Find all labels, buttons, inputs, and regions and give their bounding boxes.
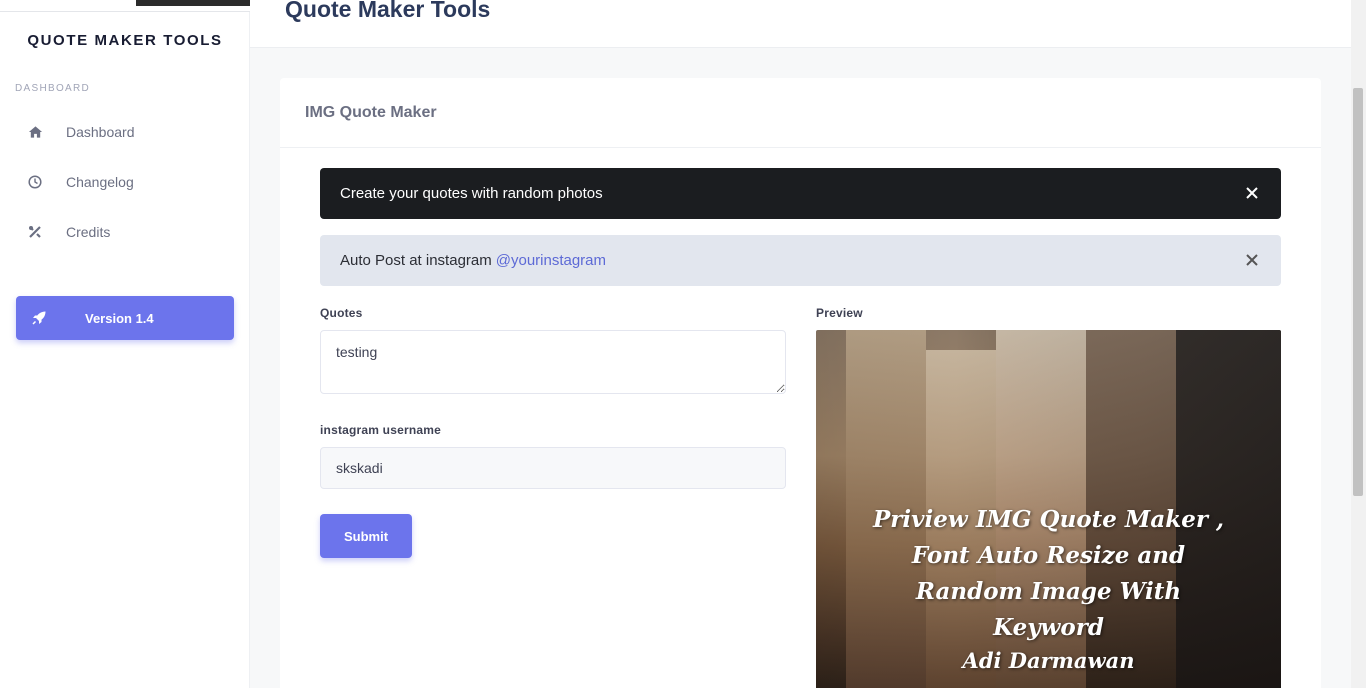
version-label: Version 1.4	[85, 310, 154, 326]
instagram-alert: Auto Post at instagram @yourinstagram	[320, 235, 1281, 286]
card-title: IMG Quote Maker	[305, 104, 437, 121]
quotes-label: Quotes	[320, 306, 363, 320]
sidebar: QUOTE MAKER TOOLS DASHBOARD Dashboard Ch…	[0, 12, 250, 688]
instagram-link[interactable]: @yourinstagram	[496, 252, 606, 269]
card-header: IMG Quote Maker	[280, 78, 1321, 148]
info-alert: Create your quotes with random photos	[320, 168, 1281, 219]
quote-preview-image: Priview IMG Quote Maker , Font Auto Resi…	[816, 330, 1281, 688]
instagram-username-label: instagram username	[320, 423, 441, 437]
sidebar-item-dashboard[interactable]: Dashboard	[0, 112, 250, 152]
preview-label: Preview	[816, 306, 863, 320]
quotes-textarea[interactable]: testing	[320, 330, 786, 394]
scrollbar-thumb[interactable]	[1353, 88, 1363, 496]
clock-icon	[27, 174, 43, 190]
alert-text: Create your quotes with random photos	[340, 185, 603, 202]
close-icon[interactable]	[1243, 251, 1261, 269]
alert-text: Auto Post at instagram	[340, 252, 492, 269]
quote-maker-card: IMG Quote Maker Create your quotes with …	[280, 78, 1321, 688]
sidebar-item-credits[interactable]: Credits	[0, 212, 250, 252]
submit-button[interactable]: Submit	[320, 514, 412, 558]
sidebar-section-label: DASHBOARD	[15, 83, 91, 94]
page-header: Quote Maker Tools	[250, 0, 1351, 48]
preview-author: Adi Darmawan	[962, 648, 1135, 673]
rocket-icon	[31, 310, 47, 326]
sidebar-item-label: Changelog	[66, 174, 134, 190]
brand-title[interactable]: QUOTE MAKER TOOLS	[0, 32, 250, 49]
sidebar-item-label: Dashboard	[66, 124, 135, 140]
preview-quote-text: Priview IMG Quote Maker , Font Auto Resi…	[873, 506, 1224, 641]
home-icon	[27, 124, 43, 140]
instagram-username-input[interactable]	[320, 447, 786, 489]
tools-icon	[27, 224, 43, 240]
sidebar-item-changelog[interactable]: Changelog	[0, 162, 250, 202]
version-button[interactable]: Version 1.4	[16, 296, 234, 340]
page-title: Quote Maker Tools	[285, 0, 491, 22]
close-icon[interactable]	[1243, 184, 1261, 202]
sidebar-item-label: Credits	[66, 224, 111, 240]
